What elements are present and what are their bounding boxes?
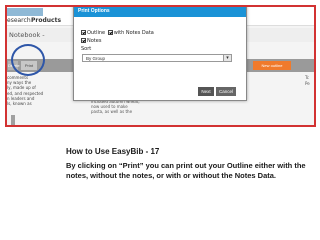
- option-notes[interactable]: Notes: [81, 38, 101, 45]
- new-outline-button[interactable]: New outline: [253, 61, 291, 70]
- notes-data-checkbox[interactable]: [107, 30, 113, 35]
- text-line: ls, known as: [7, 101, 32, 107]
- option-outline[interactable]: Outline with Notes Data: [81, 30, 154, 37]
- notebook-title: Notebook -: [9, 31, 45, 39]
- sort-select[interactable]: By Group ▾: [82, 54, 232, 62]
- option-notes-label: Notes: [87, 38, 102, 44]
- chevron-down-icon: ▾: [223, 55, 231, 61]
- sort-select-value: By Group: [86, 56, 106, 61]
- caption-title: How to Use EasyBib - 17: [66, 147, 160, 156]
- outline-text-right: Tc Pe: [305, 75, 310, 87]
- next-button[interactable]: Next: [198, 87, 214, 96]
- option-outline-label: Outline: [87, 30, 106, 36]
- cancel-button[interactable]: Cancel: [216, 87, 236, 96]
- text-line: pasta, as well as the: [91, 109, 133, 114]
- outline-checkbox[interactable]: [81, 30, 86, 35]
- dialog-title: Print Options: [74, 7, 246, 17]
- nav-research[interactable]: esearch: [7, 17, 31, 24]
- print-options-dialog: Print Options Outline with Notes Data No…: [73, 7, 247, 101]
- text-line: ly, made up of: [7, 85, 36, 91]
- text-line: Pe: [305, 81, 310, 86]
- notes-checkbox[interactable]: [81, 38, 86, 43]
- option-notes-data-label: with Notes Data: [113, 30, 154, 36]
- nav-products[interactable]: Products: [31, 17, 61, 24]
- sort-label: Sort: [81, 46, 92, 52]
- outline-text-middle: included autumn wheat, now used to make …: [91, 99, 151, 114]
- outline-text-left: comments ny ways the ly, made up of ed, …: [7, 75, 43, 107]
- screenshot-frame: esearch Products Notebook - Delete Print…: [5, 5, 316, 127]
- highlight-circle: [11, 44, 45, 76]
- scrollbar[interactable]: [11, 115, 15, 125]
- app-logo: [7, 8, 43, 16]
- caption-body: By clicking on “Print” you can print out…: [66, 161, 306, 180]
